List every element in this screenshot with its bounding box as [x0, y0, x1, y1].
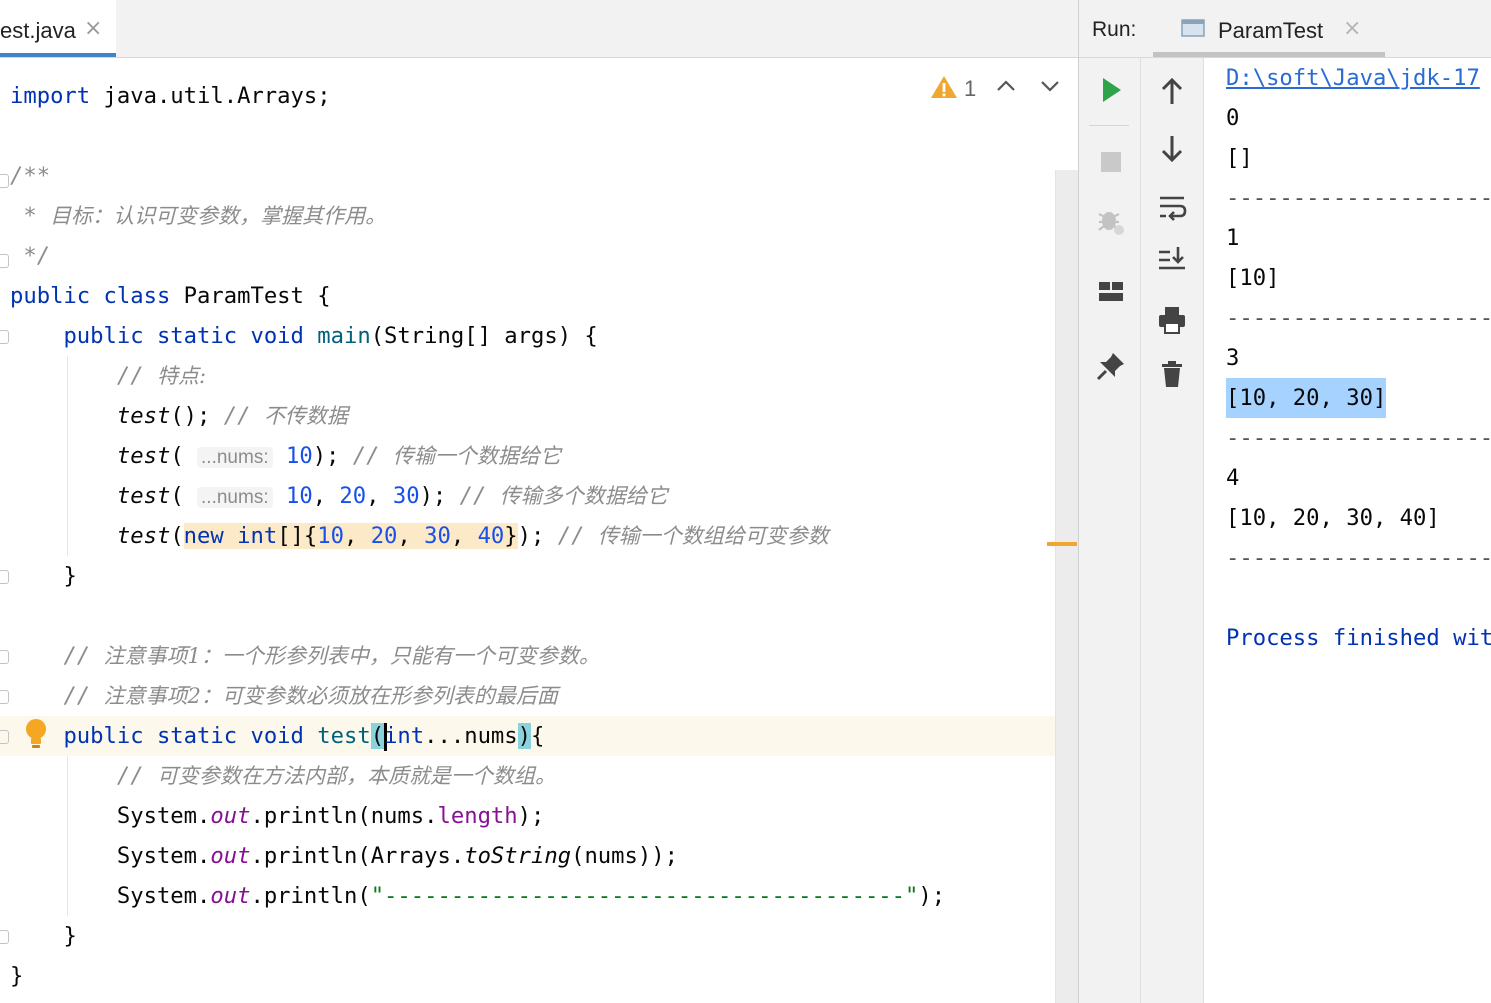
close-icon[interactable]: ×: [1343, 16, 1361, 41]
code-line: }: [63, 923, 77, 949]
run-tool-window: Run: ParamTest × D:\soft\Java\jdk-17 0 […: [1078, 0, 1491, 1003]
code-line: import java.util.Arrays;: [10, 83, 331, 109]
arrow-up-icon[interactable]: [1156, 76, 1188, 108]
warning-count: 1: [964, 76, 977, 101]
code-line: /**: [10, 163, 51, 189]
console-tab-icon: [1181, 19, 1205, 37]
code-line: System.out.println("--------------------…: [116, 883, 946, 909]
console-line: []: [1226, 145, 1253, 171]
inspection-widget[interactable]: 1: [930, 74, 1070, 104]
code-line: // 注意事项1：一个形参列表中，只能有一个可变参数。: [63, 643, 600, 669]
console-separator: --------------------: [1226, 425, 1491, 451]
divider: [1089, 125, 1129, 126]
code-line: public static void main(String[] args) {: [63, 323, 598, 349]
editor-tab-bar: est.java ×: [0, 0, 1078, 58]
code-line: // 注意事项2：可变参数必须放在形参列表的最后面: [63, 683, 558, 709]
console-line: 1: [1226, 225, 1240, 251]
chevron-up-icon[interactable]: [994, 74, 1018, 98]
fold-marker[interactable]: [0, 690, 9, 704]
console-line: 4: [1226, 465, 1240, 491]
console-output[interactable]: D:\soft\Java\jdk-17 0 [] ---------------…: [1204, 58, 1491, 1003]
active-tab-indicator: [0, 53, 116, 57]
code-line: // 可变参数在方法内部，本质就是一个数组。: [116, 763, 556, 789]
stop-icon[interactable]: [1095, 146, 1127, 178]
fold-marker[interactable]: [0, 330, 9, 344]
fold-marker[interactable]: [0, 650, 9, 664]
console-java-path-link[interactable]: D:\soft\Java\jdk-17: [1226, 58, 1480, 98]
code-line: * 目标：认识可变参数，掌握其作用。: [10, 203, 387, 229]
matched-brace: ): [517, 723, 532, 749]
scroll-to-end-icon[interactable]: [1156, 244, 1188, 276]
code-line: }: [10, 963, 24, 989]
console-separator: --------------------: [1226, 305, 1491, 331]
fold-marker[interactable]: [0, 570, 9, 584]
console-line: 0: [1226, 105, 1240, 131]
code-line: public static void test(int...nums){: [63, 722, 545, 751]
fold-marker[interactable]: [0, 730, 9, 744]
parameter-hint: ...nums:: [197, 487, 273, 508]
editor-tab-paramtest[interactable]: est.java ×: [0, 0, 116, 57]
run-tab-label: ParamTest: [1218, 18, 1324, 43]
warning-highlight: new int[]{10, 20, 30, 40}: [183, 523, 518, 549]
console-separator: --------------------: [1226, 545, 1491, 571]
code-editor[interactable]: est.java × 1 import java.util.Arrays; /*…: [0, 0, 1078, 1003]
code-line: test(); // 不传数据: [116, 403, 348, 429]
run-tab-paramtest[interactable]: ParamTest ×: [1153, 0, 1385, 57]
code-line: */: [10, 243, 51, 269]
layout-icon[interactable]: [1095, 276, 1127, 308]
pin-icon[interactable]: [1095, 350, 1127, 382]
code-line: System.out.println(nums.length);: [116, 803, 545, 829]
code-line: System.out.println(Arrays.toString(nums)…: [116, 843, 678, 869]
editor-scrollbar[interactable]: [1055, 170, 1078, 1003]
console-process-finished: Process finished with exit code 0: [1226, 625, 1491, 651]
warning-icon[interactable]: [930, 74, 958, 100]
run-toolbar-secondary: [1141, 58, 1204, 1003]
parameter-hint: ...nums:: [197, 447, 273, 468]
console-line: [10]: [1226, 265, 1280, 291]
run-toolbar-primary: [1079, 58, 1141, 1003]
chevron-down-icon[interactable]: [1038, 74, 1062, 98]
matched-brace: (: [370, 723, 385, 749]
code-line: test( ...nums: 10); // 传输一个数据给它: [116, 443, 561, 469]
console-line: 3: [1226, 345, 1240, 371]
fold-marker[interactable]: [0, 254, 9, 268]
soft-wrap-icon[interactable]: [1156, 192, 1188, 224]
trash-icon[interactable]: [1156, 358, 1188, 390]
close-icon[interactable]: ×: [84, 16, 102, 41]
editor-tab-label: est.java: [0, 18, 76, 43]
code-line: test( ...nums: 10, 20, 30); // 传输多个数据给它: [116, 483, 668, 509]
console-line-selected: [10, 20, 30]: [1226, 378, 1387, 418]
console-line: [10, 20, 30, 40]: [1226, 505, 1440, 531]
print-icon[interactable]: [1156, 304, 1188, 336]
console-separator: --------------------: [1226, 185, 1491, 211]
code-line: // 特点:: [116, 363, 207, 389]
rerun-icon[interactable]: [1095, 74, 1127, 106]
fold-marker[interactable]: [0, 174, 9, 188]
warning-stripe-marker[interactable]: [1047, 542, 1077, 546]
code-line: test(new int[]{10, 20, 30, 40}); // 传输一个…: [116, 523, 829, 549]
arrow-down-icon[interactable]: [1156, 132, 1188, 164]
code-line: }: [63, 563, 77, 589]
code-line: public class ParamTest {: [10, 283, 331, 309]
fold-marker[interactable]: [0, 930, 9, 944]
run-label: Run:: [1092, 18, 1137, 41]
debug-icon[interactable]: [1095, 204, 1127, 236]
